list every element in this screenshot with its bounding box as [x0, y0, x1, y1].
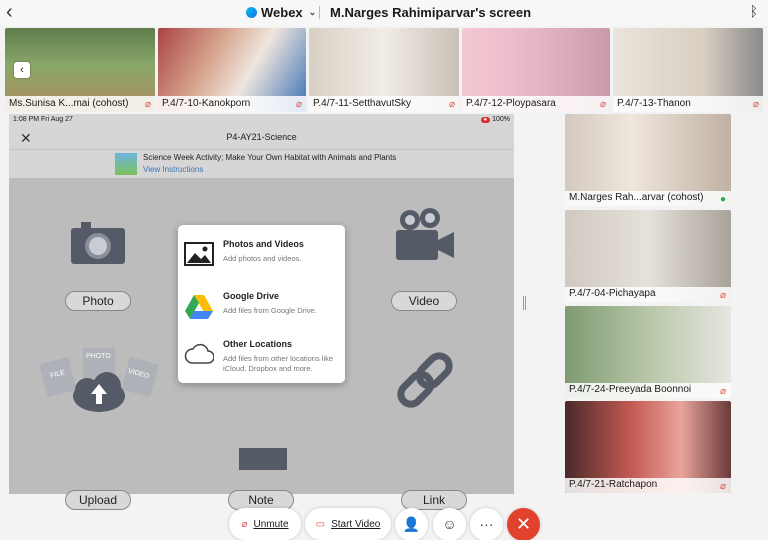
- unmute-button[interactable]: ⌀ Unmute: [229, 508, 301, 540]
- option-title: Google Drive: [223, 291, 280, 301]
- ipad-status-bar: 1:08 PM Fri Aug 27 ● 100%: [9, 114, 514, 126]
- participant-name: P.4/7-10-Kanokporn ⌀: [158, 96, 306, 112]
- option-description: Add photos and videos.: [223, 254, 302, 263]
- participant-tile[interactable]: P.4/7-10-Kanokporn ⌀: [158, 28, 306, 112]
- webex-logo-icon: [246, 7, 257, 18]
- participant-name: M.Narges Rah...arvar (cohost) ●: [565, 191, 731, 206]
- recording-icon: ●: [480, 117, 491, 123]
- image-icon: [184, 242, 214, 266]
- end-call-icon[interactable]: ✕: [507, 508, 540, 540]
- top-bar: ‹ Webex ⌄ M.Narges Rahimiparvar's screen…: [0, 0, 768, 26]
- meeting-toolbar: ⌀ Unmute ▭ Start Video 👤 ☺ ··· ✕: [0, 505, 768, 540]
- activity-thumbnail: [115, 153, 137, 175]
- participant-name: P.4/7-24-Preeyada Boonnoi ⌀: [565, 383, 731, 398]
- mic-muted-icon: ⌀: [448, 99, 455, 110]
- participant-name: Ms.Sunisa K...mai (cohost) ⌀: [5, 96, 155, 112]
- divider: [319, 6, 320, 19]
- chevron-left-icon[interactable]: ‹: [6, 1, 13, 24]
- google-drive-icon: [185, 295, 213, 319]
- link-icon[interactable]: [391, 346, 459, 414]
- bluetooth-icon: ᛒ: [749, 3, 758, 19]
- participant-name: P.4/7-21-Ratchapon ⌀: [565, 478, 731, 493]
- photo-tag: PHOTO: [86, 353, 111, 360]
- participant-strip: Ms.Sunisa K...mai (cohost) ⌀ P.4/7-10-Kan…: [0, 28, 768, 112]
- view-instructions-link[interactable]: View Instructions: [143, 165, 203, 174]
- photo-button[interactable]: Photo: [65, 291, 131, 311]
- strip-prev-button[interactable]: ‹: [14, 62, 30, 78]
- mic-muted-icon: ⌀: [719, 386, 726, 397]
- mic-muted-icon: ⌀: [719, 481, 726, 492]
- start-video-button[interactable]: ▭ Start Video: [305, 508, 391, 540]
- activity-title: Science Week Activity; Make Your Own Hab…: [143, 153, 397, 162]
- photos-and-videos-option[interactable]: Photos and Videos Add photos and videos.: [178, 229, 345, 277]
- option-title: Photos and Videos: [223, 239, 304, 249]
- participant-tile[interactable]: P.4/7-12-Ploypasara ⌀: [462, 28, 610, 112]
- reactions-icon[interactable]: ☺: [433, 508, 466, 540]
- note-icon[interactable]: [237, 446, 289, 472]
- chevron-down-icon: ⌄: [308, 7, 317, 17]
- app-name: Webex: [261, 5, 303, 20]
- more-options-icon[interactable]: ···: [470, 508, 503, 540]
- participant-tile[interactable]: P.4/7-11-SetthavutSky ⌀: [309, 28, 459, 112]
- mic-muted-icon: ⌀: [599, 99, 606, 110]
- app-title: P4-AY21-Science: [226, 132, 297, 142]
- split-view-handle[interactable]: [523, 296, 526, 310]
- mic-muted-icon: ⌀: [241, 518, 248, 530]
- video-button[interactable]: Video: [391, 291, 457, 311]
- mic-on-icon: ●: [719, 194, 726, 205]
- other-locations-option[interactable]: Other Locations Add files from other loc…: [178, 329, 345, 377]
- option-description: Add files from Google Drive.: [223, 306, 317, 315]
- participants-icon[interactable]: 👤: [395, 508, 428, 540]
- add-attachment-menu: Photos and Videos Add photos and videos.…: [178, 225, 345, 383]
- participant-tile[interactable]: P.4/7-21-Ratchapon ⌀: [565, 401, 731, 493]
- upload-icon[interactable]: FILE PHOTO VIDEO: [39, 346, 159, 418]
- status-time: 1:08 PM Fri Aug 27: [13, 116, 73, 123]
- mic-muted-icon: ⌀: [719, 290, 726, 301]
- video-off-icon: ▭: [315, 518, 326, 530]
- activity-banner: Science Week Activity; Make Your Own Hab…: [9, 150, 514, 178]
- app-header: ✕ P4-AY21-Science: [9, 126, 514, 150]
- participant-tile[interactable]: P.4/7-24-Preeyada Boonnoi ⌀: [565, 306, 731, 398]
- participant-name: P.4/7-13-Thanon ⌀: [613, 96, 763, 112]
- participant-name: P.4/7-04-Pichayapa ⌀: [565, 287, 731, 302]
- unmute-label: Unmute: [253, 518, 289, 530]
- video-camera-icon[interactable]: [394, 206, 456, 264]
- cloud-icon: [184, 343, 214, 364]
- option-description: Add files from other locations like iClo…: [223, 354, 334, 373]
- camera-icon[interactable]: [69, 220, 127, 266]
- participant-name: P.4/7-12-Ploypasara ⌀: [462, 96, 610, 112]
- status-battery: 100%: [492, 116, 510, 123]
- start-video-label: Start Video: [331, 518, 381, 530]
- mic-muted-icon: ⌀: [144, 99, 151, 110]
- participant-tile[interactable]: P.4/7-04-Pichayapa ⌀: [565, 210, 731, 302]
- participant-tile[interactable]: P.4/7-13-Thanon ⌀: [613, 28, 763, 112]
- option-title: Other Locations: [223, 339, 293, 349]
- shared-screen-title: M.Narges Rahimiparvar's screen: [330, 5, 532, 20]
- mic-muted-icon: ⌀: [295, 99, 302, 110]
- webex-menu[interactable]: Webex ⌄: [246, 5, 316, 20]
- mic-muted-icon: ⌀: [752, 99, 759, 110]
- participant-tile[interactable]: M.Narges Rah...arvar (cohost) ●: [565, 114, 731, 206]
- google-drive-option[interactable]: Google Drive Add files from Google Drive…: [178, 281, 345, 329]
- participant-name: P.4/7-11-SetthavutSky ⌀: [309, 96, 459, 112]
